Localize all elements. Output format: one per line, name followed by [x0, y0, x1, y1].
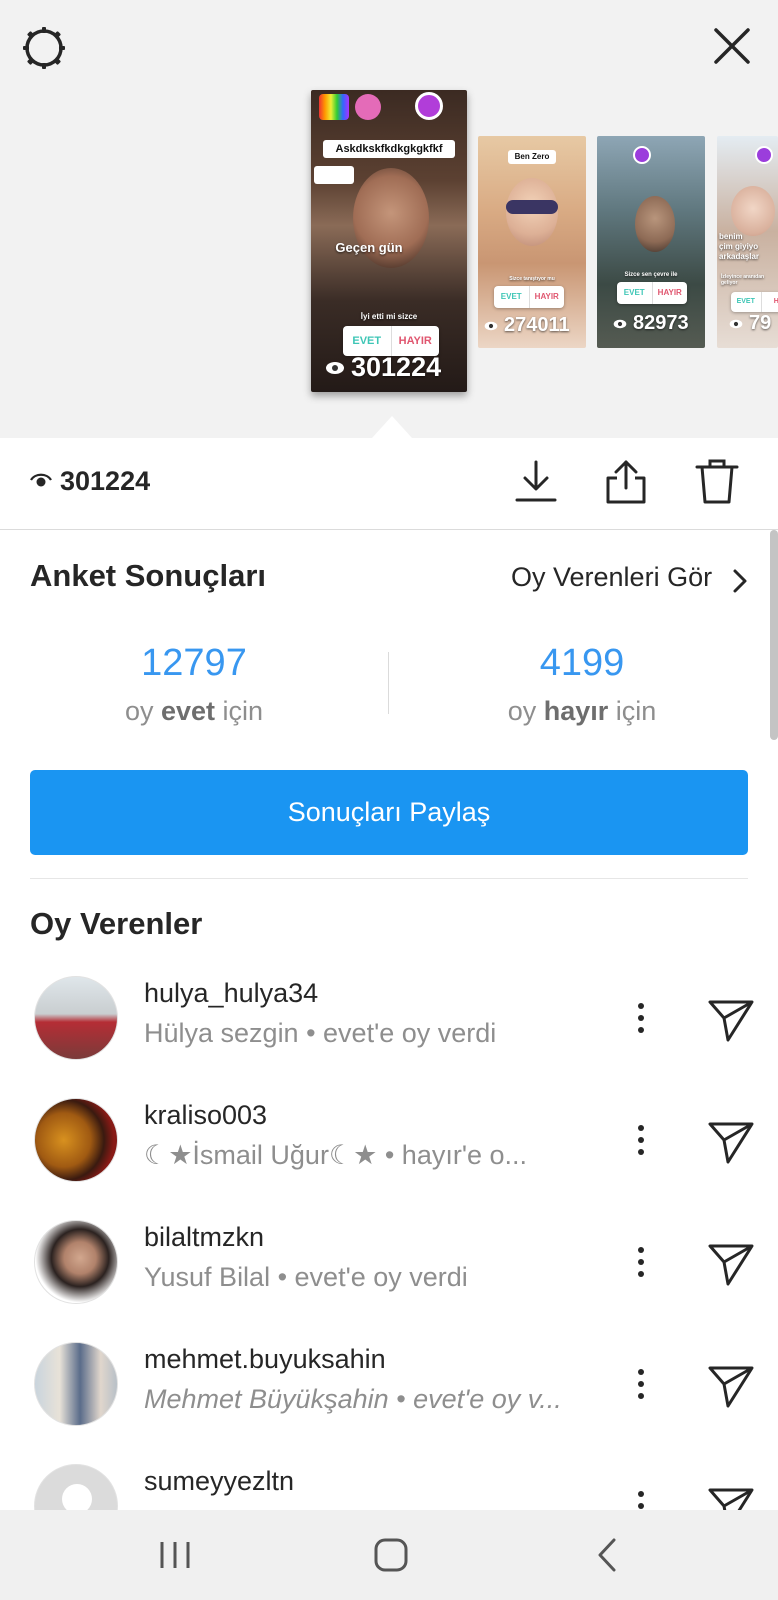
sticker-label: [314, 166, 354, 184]
voters-title: Oy Verenler: [30, 906, 203, 941]
sticker-decoration: [319, 94, 349, 120]
section-divider: [30, 878, 748, 879]
see-voters-link[interactable]: Oy Verenleri Gör: [511, 562, 712, 593]
no-vote-label: oy hayır için: [507, 696, 657, 726]
send-direct-icon[interactable]: [706, 1360, 756, 1410]
send-direct-icon[interactable]: [706, 994, 756, 1044]
eye-icon: [729, 319, 743, 328]
story-poll-question: İyi etti mi sizce: [360, 312, 418, 321]
story-poll-sticker: EVET H: [731, 292, 778, 312]
story-view-count: 79: [717, 312, 778, 335]
voter-subtitle: Mehmet Büyükşahin • evet'e oy v...: [144, 1384, 562, 1414]
baby-face: [731, 186, 775, 236]
sticker-decoration: [355, 94, 381, 120]
eye-icon: [30, 473, 52, 487]
send-direct-icon[interactable]: [706, 1238, 756, 1288]
poll-results-title: Anket Sonuçları: [30, 558, 266, 593]
story-view-count: 82973: [597, 312, 705, 335]
send-direct-icon[interactable]: [706, 1116, 756, 1166]
share-icon[interactable]: [601, 456, 651, 506]
avatar[interactable]: [34, 1342, 118, 1426]
yes-vote-label: oy evet için: [124, 696, 264, 726]
back-icon[interactable]: [586, 1532, 632, 1578]
story-text: Geçen gün: [335, 240, 403, 255]
voter-row[interactable]: kraliso003 ☾★İsmail Uğur☾★ • hayır'e o..…: [0, 1098, 778, 1220]
avatar[interactable]: [34, 976, 118, 1060]
voter-username[interactable]: mehmet.buyuksahin: [144, 1344, 386, 1375]
voter-subtitle: Hülya sezgin • evet'e oy verdi: [144, 1018, 497, 1048]
more-options-icon[interactable]: [626, 1122, 656, 1158]
voter-username[interactable]: kraliso003: [144, 1100, 267, 1131]
poll-no-label: H: [773, 298, 778, 305]
story-thumbnail[interactable]: Ben Zero Sizce tanıştıyor mu EVET HAYIR …: [478, 136, 586, 348]
eye-icon: [613, 319, 627, 328]
story-view-count: 301224: [311, 352, 467, 383]
sunglasses: [506, 200, 558, 214]
story-poll-question: Sizce sen çevre ile: [624, 272, 678, 278]
story-caption: Ben Zero: [508, 150, 556, 164]
more-options-icon[interactable]: [626, 1000, 656, 1036]
story-carousel: Askdkskfkdkgkgkfkf Geçen gün İyi etti mi…: [0, 0, 778, 438]
story-thumbnail[interactable]: Sizce sen çevre ile EVET HAYIR 82973: [597, 136, 705, 348]
poll-yes-label: EVET: [617, 282, 653, 304]
eye-icon: [484, 321, 498, 330]
poll-yes-label: EVET: [494, 286, 530, 308]
sticker-decoration: [633, 146, 651, 164]
story-poll-question: Sizce tanıştıyor mu: [509, 276, 555, 282]
voter-username[interactable]: sumeyyezltn: [144, 1466, 294, 1497]
poll-no-label: HAYIR: [534, 292, 559, 301]
recent-apps-icon[interactable]: [152, 1532, 198, 1578]
story-caption: Askdkskfkdkgkgkfkf: [323, 140, 455, 158]
voter-username[interactable]: bilaltmzkn: [144, 1222, 264, 1253]
avatar[interactable]: [34, 1220, 118, 1304]
poll-no-label: HAYIR: [657, 288, 682, 297]
eye-icon: [326, 361, 344, 374]
voter-username[interactable]: hulya_hulya34: [144, 978, 318, 1009]
settings-gear-icon[interactable]: [20, 24, 68, 72]
story-poll-sticker: EVET HAYIR: [617, 282, 687, 304]
download-icon[interactable]: [511, 456, 561, 506]
story-thumbnail[interactable]: benim çim giyiyo arkadaşlar İzleyince ar…: [717, 136, 778, 348]
voter-subtitle: ☾★İsmail Uğur☾★ • hayır'e o...: [144, 1140, 528, 1170]
no-vote-count: 4199: [539, 642, 625, 684]
story-toolbar: 301224: [0, 438, 778, 530]
more-options-icon[interactable]: [626, 1366, 656, 1402]
stats-divider: [388, 652, 389, 714]
yes-vote-count: 12797: [141, 642, 247, 684]
voter-row[interactable]: hulya_hulya34 Hülya sezgin • evet'e oy v…: [0, 976, 778, 1098]
story-thumbnail-selected[interactable]: Askdkskfkdkgkgkfkf Geçen gün İyi etti mi…: [311, 90, 467, 392]
chevron-right-icon[interactable]: [730, 568, 750, 594]
sticker-decoration: [415, 92, 443, 120]
story-poll-sticker: EVET HAYIR: [494, 286, 564, 308]
system-navigation-bar: [0, 1510, 778, 1600]
avatar[interactable]: [34, 1098, 118, 1182]
voter-row[interactable]: bilaltmzkn Yusuf Bilal • evet'e oy verdi: [0, 1220, 778, 1342]
share-results-button[interactable]: Sonuçları Paylaş: [30, 770, 748, 855]
story-text: benim çim giyiyo arkadaşlar: [719, 232, 760, 261]
home-icon[interactable]: [368, 1532, 414, 1578]
poll-yes-label: EVET: [731, 292, 762, 312]
sticker-decoration: [755, 146, 773, 164]
view-count: 301224: [60, 466, 151, 496]
story-view-count: 274011: [478, 314, 586, 337]
voter-row[interactable]: mehmet.buyuksahin Mehmet Büyükşahin • ev…: [0, 1342, 778, 1464]
scrollbar[interactable]: [770, 530, 778, 740]
voter-subtitle: Yusuf Bilal • evet'e oy verdi: [144, 1262, 468, 1292]
selected-story-pointer: [372, 416, 412, 438]
trash-icon[interactable]: [692, 456, 742, 506]
person-face: [635, 196, 675, 252]
story-poll-question: İzleyince aranıdan geliyor: [721, 274, 765, 286]
close-icon[interactable]: [708, 22, 756, 70]
more-options-icon[interactable]: [626, 1244, 656, 1280]
